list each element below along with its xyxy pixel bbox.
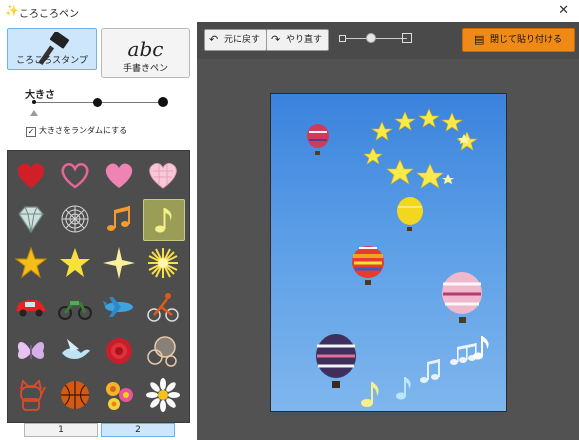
page-2-button[interactable]: 2 <box>101 423 175 437</box>
balloon-large-bottom <box>316 334 356 388</box>
size-selector-marker <box>30 110 38 116</box>
yellow-music-note-icon[interactable] <box>143 199 185 241</box>
balloon-small-top <box>307 124 329 155</box>
star-stamp <box>386 159 414 185</box>
stamp-mode-button[interactable]: ころころスタンプ <box>7 28 97 70</box>
pen-mode-button[interactable]: abc 手書きペン <box>101 28 190 78</box>
music-note-stamp <box>396 377 411 400</box>
burst-icon[interactable] <box>143 243 183 283</box>
photo-canvas[interactable] <box>270 93 507 412</box>
zoom-slider[interactable] <box>345 38 407 39</box>
close-and-paste-label: 閉じて貼り付ける <box>490 35 563 45</box>
bubbles-icon[interactable] <box>143 331 183 371</box>
balloon-rainbow <box>352 246 384 285</box>
undo-button[interactable]: ↶ 元に戻す <box>204 29 267 51</box>
pink-outline-heart-icon[interactable] <box>55 155 95 195</box>
close-icon[interactable]: ✕ <box>558 3 569 18</box>
music-note-stamp <box>361 382 379 407</box>
star-stamp <box>394 111 416 131</box>
size-medium-option[interactable] <box>93 98 102 107</box>
music-note-stamps <box>361 336 489 407</box>
daisy-icon[interactable] <box>143 375 183 415</box>
basketball-icon[interactable] <box>55 375 95 415</box>
bird-icon[interactable] <box>55 331 95 371</box>
star-stamps <box>363 108 478 189</box>
redo-icon: ↷ <box>271 33 281 46</box>
random-size-label: 大きさをランダムにする <box>39 126 128 135</box>
undo-label: 元に戻す <box>224 35 261 45</box>
sparkle-icon[interactable] <box>99 243 139 283</box>
red-rose-icon[interactable] <box>99 331 139 371</box>
toolbar: ↶ 元に戻す ↷ やり直す ▤ 閉じて貼り付ける <box>197 22 579 59</box>
orange-music-notes-icon[interactable] <box>99 199 139 239</box>
star-stamp <box>416 163 444 189</box>
abc-icon: abc <box>127 37 164 61</box>
size-label: 大きさ <box>25 90 55 101</box>
checkbox-check-icon[interactable]: ✓ <box>26 127 36 137</box>
gold-star-icon[interactable] <box>11 243 51 283</box>
stamp-mode-label: ころころスタンプ <box>16 56 88 66</box>
zoom-slider-thumb[interactable] <box>366 33 376 43</box>
motorcycle-icon[interactable] <box>55 287 95 327</box>
redo-button[interactable]: ↷ やり直す <box>266 29 329 51</box>
lucky-cat-icon[interactable] <box>11 375 51 415</box>
paste-icon: ▤ <box>474 33 485 46</box>
balloon-pink <box>442 272 482 323</box>
red-car-icon[interactable] <box>11 287 51 327</box>
balloon-yellow <box>397 197 423 231</box>
plaid-heart-icon[interactable] <box>143 155 183 195</box>
undo-icon: ↶ <box>209 33 219 46</box>
music-note-stamp <box>420 359 440 383</box>
close-and-paste-button[interactable]: ▤ 閉じて貼り付ける <box>462 28 575 52</box>
random-size-checkbox[interactable]: ✓ 大きさをランダムにする <box>26 125 127 137</box>
left-panel: ころころスタンプ abc 手書きペン 大きさ ✓ 大きさをランダムにする 1 2 <box>0 22 197 440</box>
zoom-in-icon[interactable] <box>402 33 412 43</box>
cyclist-icon[interactable] <box>143 287 183 327</box>
size-large-option[interactable] <box>158 97 168 107</box>
airplane-icon[interactable] <box>99 287 139 327</box>
photo-content <box>307 108 489 407</box>
red-heart-icon[interactable] <box>11 155 51 195</box>
star-stamp <box>441 112 463 132</box>
flowers-icon[interactable] <box>99 375 139 415</box>
window-title: ころころペン <box>19 9 79 20</box>
pen-mode-label: 手書きペン <box>122 64 168 74</box>
canvas-area: ↶ 元に戻す ↷ やり直す ▤ 閉じて貼り付ける <box>197 22 579 440</box>
star-stamp <box>418 108 440 128</box>
diamond-icon[interactable] <box>11 199 51 239</box>
star-stamp <box>371 121 393 141</box>
music-note-stamp <box>450 343 477 365</box>
page-1-button[interactable]: 1 <box>24 423 98 437</box>
spiderweb-icon[interactable] <box>55 199 95 239</box>
butterfly-icon[interactable] <box>11 331 51 371</box>
stamp-palette <box>7 150 190 423</box>
title-bar: ✨ ころころペン ✕ <box>0 0 579 23</box>
redo-label: やり直す <box>286 35 323 45</box>
size-small-option[interactable] <box>32 100 36 104</box>
star-stamp <box>363 147 383 165</box>
star-stamp <box>442 174 454 184</box>
yellow-star-icon[interactable] <box>55 243 95 283</box>
pink-heart-icon[interactable] <box>99 155 139 195</box>
sparkle-app-icon: ✨ <box>5 4 19 17</box>
